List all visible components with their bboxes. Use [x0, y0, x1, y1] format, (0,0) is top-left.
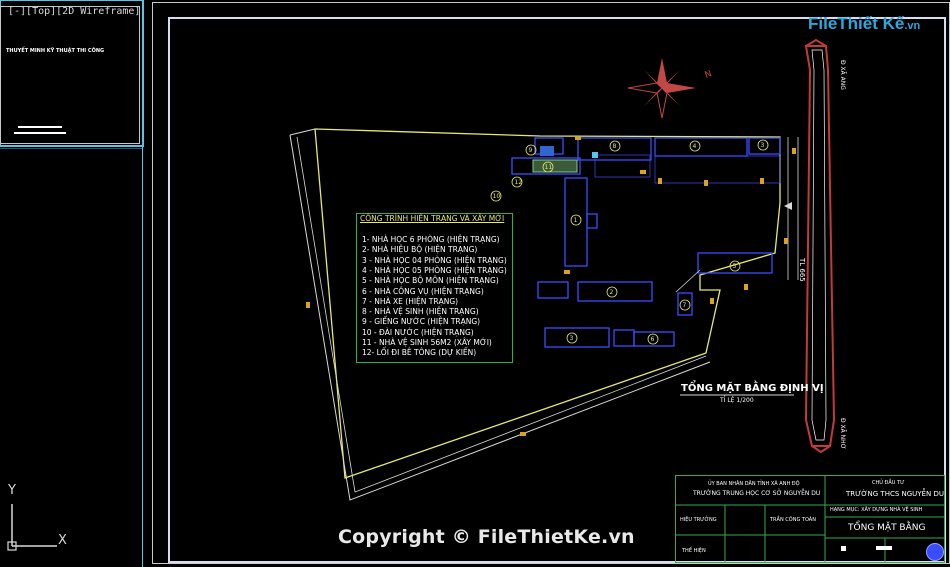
legend-item: 3 - NHÀ HỌC 04 PHÒNG (HIỆN TRẠNG) — [362, 255, 507, 265]
nav-wheel-icon[interactable] — [926, 543, 944, 561]
tb-agency: ỦY BAN NHÂN DÂN TỈNH XÃ ANH ĐỘ — [708, 481, 800, 487]
road-label-tl665: TL 665 — [798, 258, 806, 282]
legend-item: 5 - NHÀ HỌC BỘ MÔN (HIỆN TRẠNG) — [362, 276, 499, 286]
legend-item: 2- NHÀ HIỆU BỘ (HIỆN TRẠNG) — [362, 245, 478, 255]
legend-item: 10 - ĐÀI NƯỚC (HIỆN TRẠNG) — [362, 327, 474, 337]
north-arrow-icon — [627, 58, 696, 119]
legend-heading: CÔNG TRÌNH HIỆN TRẠNG VÀ XÂY MỚI — [360, 214, 505, 223]
svg-text:4: 4 — [693, 143, 697, 150]
svg-text:3: 3 — [761, 142, 765, 149]
road-label-bottom: Đ XÃ NHƠ — [839, 418, 846, 450]
svg-text:10: 10 — [493, 193, 501, 200]
plan-scale: TỈ LỆ 1/200 — [720, 397, 754, 404]
svg-text:2: 2 — [610, 289, 614, 296]
svg-text:5: 5 — [733, 263, 737, 270]
svg-text:3: 3 — [570, 335, 574, 342]
legend-item: 1- NHÀ HỌC 6 PHÒNG (HIỆN TRẠNG) — [362, 235, 500, 244]
legend-item: 8 - NHÀ VỆ SINH (HIỆN TRẠNG) — [362, 307, 479, 317]
tb-drawn-role: THỂ HIỆN — [682, 548, 706, 554]
tb-mark-2 — [876, 546, 892, 550]
svg-text:9: 9 — [529, 147, 533, 154]
tb-project: HẠNG MỤC: XÂY DỰNG NHÀ VỆ SINH — [830, 507, 923, 513]
svg-text:6: 6 — [651, 336, 655, 343]
legend-item: 9 - GIẾNG NƯỚC (HIỆN TRẠNG) — [362, 317, 481, 327]
tb-principal-role: HIỆU TRƯỞNG — [680, 517, 717, 523]
svg-text:8: 8 — [613, 143, 617, 150]
svg-text:1: 1 — [574, 217, 578, 224]
tb-school-left: TRƯỜNG TRUNG HỌC CƠ SỞ NGUYỄN DU — [693, 490, 821, 497]
legend-item: 11 - NHÀ VỆ SINH 56M2 (XÂY MỚI) — [362, 338, 492, 347]
svg-text:12: 12 — [515, 179, 523, 186]
svg-text:11: 11 — [545, 164, 553, 171]
new-toilet-block — [532, 159, 578, 173]
tb-owner-label: CHỦ ĐẦU TƯ — [872, 480, 905, 486]
svg-text:N: N — [704, 69, 714, 81]
legend-item: 7 - NHÀ XE (HIỆN TRẠNG) — [362, 296, 459, 306]
svg-text:7: 7 — [683, 302, 687, 309]
legend-item: 4 - NHÀ HỌC 05 PHÒNG (HIỆN TRẠNG) — [362, 265, 507, 275]
watermark: Copyright © FileThietKe.vn — [338, 526, 635, 548]
legend-item: 12- LỐI ĐI BÊ TÔNG (DỰ KIẾN) — [362, 348, 477, 358]
legend-item: 6 - NHÀ CÔNG VỤ (HIỆN TRẠNG) — [362, 286, 484, 296]
road-label-top: Đ XÃ ANG — [839, 60, 846, 90]
tb-drawing-title: TỔNG MẶT BẰNG — [848, 523, 926, 533]
tb-school-right: TRƯỜNG THCS NGUYỄN DU — [846, 490, 944, 498]
tb-principal-name: TRẦN CÔNG TOÀN — [770, 517, 816, 523]
plan-title: TỔNG MẶT BẰNG ĐỊNH VỊ — [681, 383, 824, 394]
tb-mark-1 — [841, 546, 846, 551]
